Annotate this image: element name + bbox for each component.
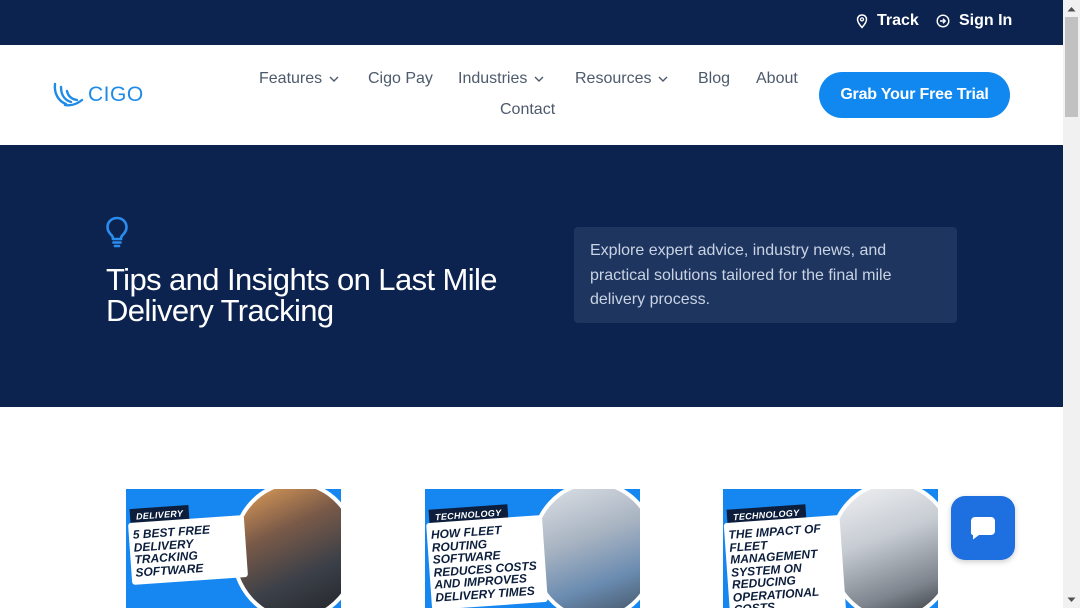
hero-description: Explore expert advice, industry news, an…	[574, 227, 957, 323]
free-trial-label: Grab Your Free Trial	[840, 86, 989, 103]
chevron-down-icon	[534, 76, 544, 82]
cigo-wings-logo-icon	[53, 82, 84, 107]
free-trial-button[interactable]: Grab Your Free Trial	[819, 72, 1010, 118]
main-header: CIGO Features Cigo Pay Industries Resour…	[0, 45, 1063, 145]
nav-cigo-pay[interactable]: Cigo Pay	[368, 70, 433, 88]
blog-card[interactable]: DELIVERY 5 Best Free Delivery Tracking S…	[126, 489, 341, 608]
chat-button[interactable]	[951, 496, 1015, 560]
nav-resources[interactable]: Resources	[575, 70, 668, 88]
map-pin-icon	[856, 13, 868, 29]
top-bar: Track Sign In	[0, 0, 1063, 45]
nav-about-label: About	[756, 70, 798, 87]
track-link[interactable]: Track	[856, 12, 919, 30]
nav-industries-label: Industries	[458, 70, 528, 87]
hero-title: Tips and Insights on Last Mile Delivery …	[106, 264, 546, 326]
page-scrollbar[interactable]	[1063, 0, 1080, 608]
signin-link[interactable]: Sign In	[936, 12, 1012, 30]
blog-card[interactable]: TECHNOLOGY The Impact of Fleet Managemen…	[723, 489, 938, 608]
chevron-down-icon	[658, 76, 668, 82]
hero-title-line2: Delivery Tracking	[106, 293, 334, 328]
card-photo	[231, 489, 341, 608]
nav-features[interactable]: Features	[259, 70, 339, 88]
blog-card[interactable]: TECHNOLOGY How Fleet Routing Software Re…	[425, 489, 640, 608]
signin-label: Sign In	[959, 12, 1013, 29]
chat-bubble-icon	[971, 517, 995, 540]
nav-cigo-pay-label: Cigo Pay	[368, 70, 433, 87]
track-label: Track	[877, 12, 919, 29]
nav-contact[interactable]: Contact	[500, 101, 555, 119]
card-title: The Impact of Fleet Management System on…	[723, 515, 847, 608]
card-title: 5 Best Free Delivery Tracking Software	[127, 515, 249, 585]
logo-text: CIGO	[88, 83, 144, 106]
nav-blog[interactable]: Blog	[698, 70, 730, 88]
hero-section: Tips and Insights on Last Mile Delivery …	[0, 145, 1063, 407]
chevron-down-icon	[329, 76, 339, 82]
cigo-logo[interactable]: CIGO	[52, 81, 144, 109]
nav-industries[interactable]: Industries	[458, 70, 544, 88]
blog-cards-section: DELIVERY 5 Best Free Delivery Tracking S…	[0, 407, 1063, 608]
nav-contact-label: Contact	[500, 101, 556, 118]
sign-in-icon	[936, 14, 950, 28]
hero-title-line1: Tips and Insights on Last Mile	[106, 262, 498, 297]
scroll-up-arrow-icon[interactable]	[1063, 0, 1080, 17]
nav-about[interactable]: About	[756, 70, 798, 88]
nav-blog-label: Blog	[698, 70, 731, 87]
nav-resources-label: Resources	[575, 70, 652, 87]
nav-features-label: Features	[259, 70, 323, 87]
lightbulb-icon	[106, 216, 128, 248]
scrollbar-thumb[interactable]	[1065, 17, 1078, 117]
scroll-down-arrow-icon[interactable]	[1063, 591, 1080, 608]
card-title: How Fleet Routing Software Reduces Costs…	[426, 515, 548, 608]
